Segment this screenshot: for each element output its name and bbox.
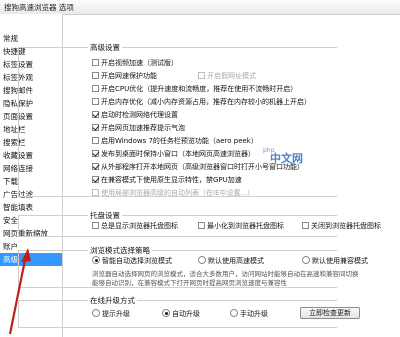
option-tray-minimize[interactable]: 最小化到浏览器托盘图标	[198, 221, 284, 231]
window-titlebar: 搜狗高速浏览器 选项	[0, 0, 400, 15]
tray-settings-title: 托盘设置	[88, 210, 122, 221]
option-label: 使用局部浏览器高级的自动列表（在IE中设置...）	[101, 189, 255, 197]
option-compat-gpu[interactable]: 在兼容模式下使用原生显示特性，禁GPU加速	[92, 175, 242, 185]
option-label: 开启视频加速（测试版）	[101, 59, 178, 67]
option-label: 开启网速保护功能	[101, 72, 157, 80]
option-label: 开启假网址模式	[207, 72, 256, 80]
option-label: 启用Windows 7的任务栏预览功能（aero peek）	[101, 137, 258, 145]
aero-peek-checkbox[interactable]	[92, 137, 99, 144]
upgrade-prompt-radio[interactable]	[92, 309, 100, 317]
mode-compat-radio[interactable]	[302, 256, 310, 264]
option-auto-list: 使用局部浏览器高级的自动列表（在IE中设置...）	[92, 188, 254, 198]
fake-url-checkbox	[198, 72, 205, 79]
option-accel-bubble[interactable]: 开启网页加速推荐提示气泡	[92, 123, 185, 133]
option-label: 最小化到浏览器托盘图标	[207, 222, 284, 230]
auto-list-checkbox	[92, 189, 99, 196]
option-upgrade-manual[interactable]: 手动升级	[230, 309, 268, 319]
upgrade-manual-radio[interactable]	[230, 309, 238, 317]
watermark: 中文网	[270, 152, 303, 165]
option-label: 启动时检测网络代理设置	[101, 111, 178, 119]
advanced-settings-title: 高级设置	[88, 42, 122, 53]
external-open-checkbox[interactable]	[92, 163, 99, 170]
option-video-accel[interactable]: 开启视频加速（测试版）	[92, 58, 178, 68]
option-aero-peek[interactable]: 启用Windows 7的任务栏预览功能（aero peek）	[92, 136, 258, 146]
option-speed-protect[interactable]: 开启网速保护功能	[92, 71, 157, 81]
watermark-sub: php	[263, 147, 275, 154]
option-mode-fast[interactable]: 默认使用高速模式	[198, 256, 264, 266]
option-label: 默认使用高速模式	[208, 257, 264, 265]
tray-always-checkbox[interactable]	[92, 222, 99, 229]
mode-fast-radio[interactable]	[198, 256, 206, 264]
option-label: 智能自动选择浏览模式	[102, 257, 172, 265]
video-accel-checkbox[interactable]	[92, 59, 99, 66]
option-mode-compat[interactable]: 默认使用兼容模式	[302, 256, 368, 266]
option-label: 提示升级	[102, 310, 130, 318]
cpu-opt-checkbox[interactable]	[92, 85, 99, 92]
browse-mode-title: 浏览模式选择策略	[88, 245, 152, 256]
option-label: 默认使用兼容模式	[312, 257, 368, 265]
option-memory-opt[interactable]: 开启内存优化（减小内存资源占用，推荐在内存较小的机器上开启）	[92, 97, 311, 107]
compat-gpu-checkbox[interactable]	[92, 176, 99, 183]
option-tray-always[interactable]: 总是显示浏览器托盘图标	[92, 221, 178, 231]
option-label: 发布到桌面时保持小窗口（本地网页高速浏览器）	[101, 150, 255, 158]
speed-protect-checkbox[interactable]	[92, 72, 99, 79]
option-upgrade-prompt[interactable]: 提示升级	[92, 309, 130, 319]
option-cpu-opt[interactable]: 开启CPU优化（提升速度和流畅度，推荐在使用不流畅时开启）	[92, 84, 297, 94]
option-mode-smart[interactable]: 智能自动选择浏览模式	[92, 256, 172, 266]
option-fake-url: 开启假网址模式	[198, 71, 256, 81]
option-proxy-detect[interactable]: 启动时检测网络代理设置	[92, 110, 178, 120]
upgrade-auto-radio[interactable]	[162, 309, 170, 317]
sidebar-item-general[interactable]: 常规	[0, 32, 62, 45]
mode-smart-radio[interactable]	[92, 256, 100, 264]
option-label: 关闭到浏览器托盘图标	[311, 222, 381, 230]
option-tray-close[interactable]: 关闭到浏览器托盘图标	[302, 221, 381, 231]
window-title: 搜狗高速浏览器 选项	[4, 3, 74, 12]
tray-close-checkbox[interactable]	[302, 222, 309, 229]
option-small-window[interactable]: 发布到桌面时保持小窗口（本地网页高速浏览器）	[92, 149, 255, 159]
small-window-checkbox[interactable]	[92, 150, 99, 157]
proxy-detect-checkbox[interactable]	[92, 111, 99, 118]
tray-minimize-checkbox[interactable]	[198, 222, 205, 229]
sidebar-item-autofill[interactable]: 智能填表	[0, 201, 62, 214]
option-upgrade-auto[interactable]: 自动升级	[162, 309, 200, 319]
check-update-button[interactable]: 立即检查更新	[300, 307, 360, 319]
memory-opt-checkbox[interactable]	[92, 98, 99, 105]
upgrade-title: 在线升级方式	[88, 295, 137, 306]
accel-bubble-checkbox[interactable]	[92, 124, 99, 131]
option-label: 在兼容模式下使用原生显示特性，禁GPU加速	[101, 176, 242, 184]
option-label: 手动升级	[240, 310, 268, 318]
option-label: 开启网页加速推荐提示气泡	[101, 124, 185, 132]
option-label: 总是显示浏览器托盘图标	[101, 222, 178, 230]
option-label: 自动升级	[172, 310, 200, 318]
option-label: 开启内存优化（减小内存资源占用，推荐在内存较小的机器上开启）	[101, 98, 311, 106]
mode-note-2: 能够自动识别，在兼容模式下打开网页时提高网页浏览速度与兼容性	[92, 279, 287, 287]
option-label: 开启CPU优化（提升速度和流畅度，推荐在使用不流畅时开启）	[101, 85, 298, 93]
